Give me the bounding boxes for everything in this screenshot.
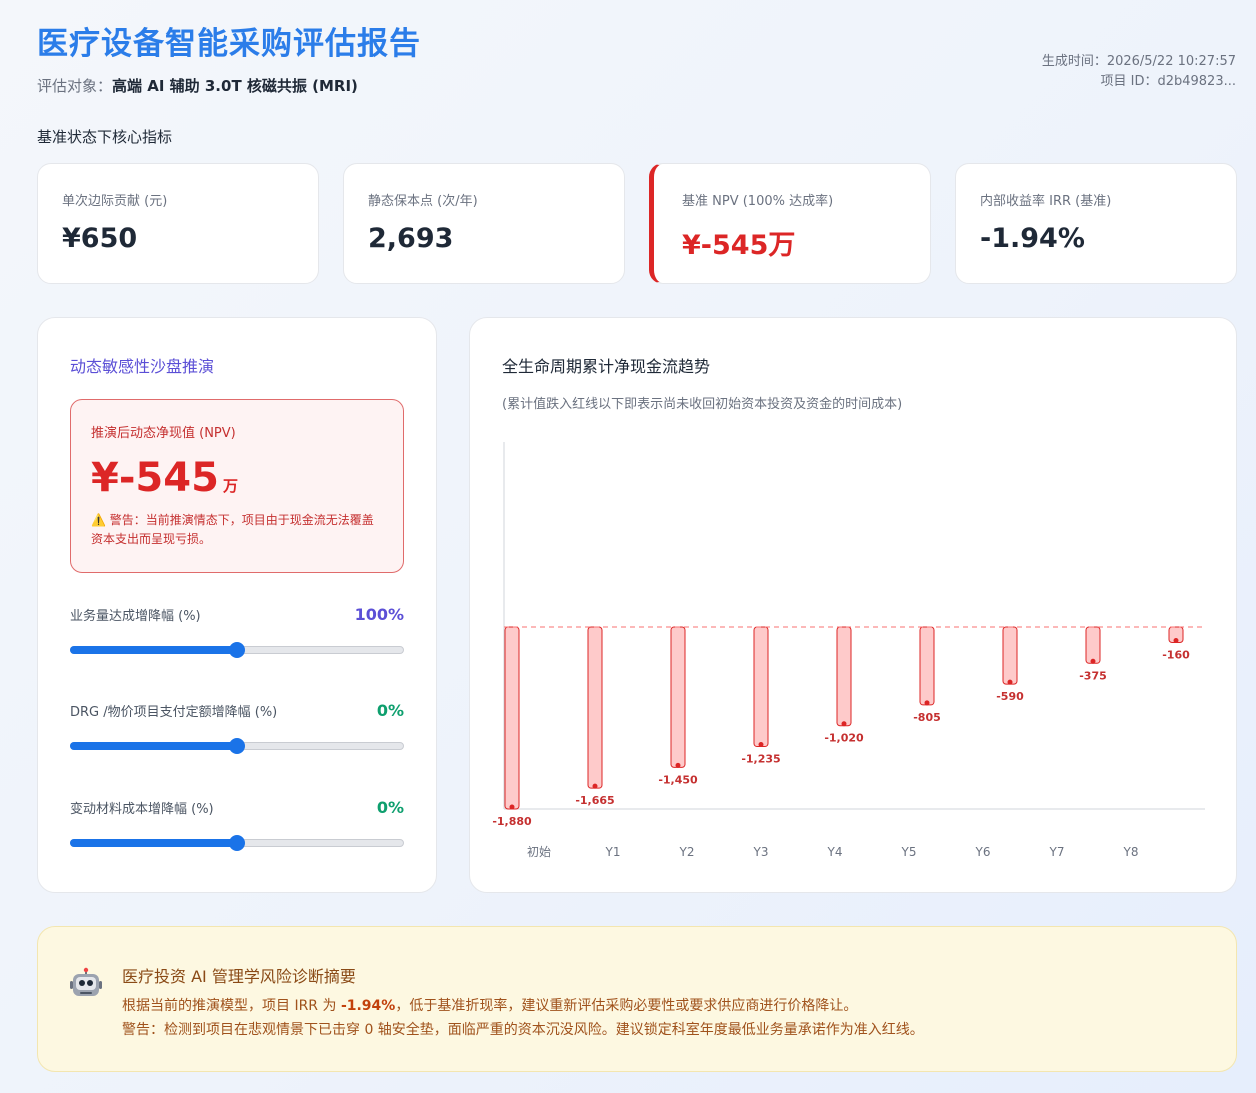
summary-line-irr: 根据当前的推演模型，项目 IRR 为 -1.94%，低于基准折现率，建议重新评估… [122,995,857,1015]
kpi-card-irr: 内部收益率 IRR (基准) -1.94% [955,163,1237,284]
data-label: -1,020 [824,732,864,745]
kpi-value: ¥-545万 [682,230,796,261]
kpi-card-contribution: 单次边际贡献 (元) ¥650 [37,163,319,284]
kpi-card-npv: 基准 NPV (100% 达成率) ¥-545万 [649,163,931,284]
slider-header: DRG /物价项目支付定额增降幅 (%) 0% [70,701,404,720]
slider-header: 变动材料成本增降幅 (%) 0% [70,798,404,817]
x-tick-label: Y5 [901,845,917,859]
bar-Y1 [587,626,603,789]
slider-thumb[interactable] [229,738,245,754]
bar-point-Y1 [592,783,598,789]
slider-fill [70,742,237,750]
x-tick-label: 初始 [527,845,551,859]
x-tick-label: Y7 [1049,845,1065,859]
bar-Y4 [836,626,852,727]
report-header: 医疗设备智能采购评估报告 评估对象：高端 AI 辅助 3.0T 核磁共振 (MR… [37,18,1236,98]
ai-risk-summary: 医疗投资 AI 管理学风险诊断摘要 根据当前的推演模型，项目 IRR 为 -1.… [37,926,1237,1072]
x-tick-label: Y2 [679,845,695,859]
data-label: -160 [1162,648,1190,661]
slider-track[interactable] [70,642,404,658]
summary-title: 医疗投资 AI 管理学风险诊断摘要 [122,967,356,986]
bar-point-初始 [509,804,515,810]
bar-Y5 [919,626,935,706]
kpi-value: -1.94% [980,223,1085,254]
npv-value-row: ¥-545 万 [91,455,403,501]
slider-fill [70,839,237,847]
section-title: 基准状态下核心指标 [37,128,173,146]
x-tick-label: Y8 [1123,845,1139,859]
slider-value: 0% [376,701,404,720]
bar-Y7 [1085,626,1101,664]
bar-Y3 [753,626,769,748]
x-tick-label: Y6 [975,845,991,859]
cashflow-chart-panel: 全生命周期累计净现金流趋势 (累计值跌入红线以下即表示尚未收回初始资本投资及资金… [469,317,1237,893]
kpi-card-breakeven: 静态保本点 (次/年) 2,693 [343,163,625,284]
slider-thumb[interactable] [229,642,245,658]
x-tick-label: Y1 [605,845,621,859]
slider-fill [70,646,237,654]
kpi-label: 单次边际贡献 (元) [62,194,168,209]
sensitivity-sandbox-panel: 动态敏感性沙盘推演 推演后动态净现值 (NPV) ¥-545 万 ⚠️ 警告：当前… [37,317,437,893]
summary-line1-suffix: ，低于基准折现率，建议重新评估采购必要性或要求供应商进行价格降让。 [395,998,858,1014]
x-tick-label: Y3 [753,845,769,859]
kpi-label: 基准 NPV (100% 达成率) [682,194,834,209]
sandbox-title: 动态敏感性沙盘推演 [70,357,215,376]
slider-value: 100% [354,605,404,624]
slider-track[interactable] [70,835,404,851]
npv-unit: 万 [222,477,238,495]
bar-point-Y8 [1173,637,1179,643]
data-label: -1,450 [658,773,698,786]
data-label: -590 [996,690,1024,703]
slider-thumb[interactable] [229,835,245,851]
subject-label: 评估对象： [37,77,113,95]
summary-line-warning: 警告：检测到项目在悲观情景下已击穿 0 轴安全垫，面临严重的资本沉没风险。建议锁… [122,1022,924,1038]
data-label: -805 [913,711,941,724]
kpi-value: 2,693 [368,223,454,254]
generated-time: 生成时间：2026/5/22 10:27:57 [1041,54,1236,69]
kpi-value: ¥650 [62,223,138,254]
slider-label: 业务量达成增降幅 (%) [70,609,201,624]
bar-point-Y3 [758,742,764,748]
data-label: -375 [1079,669,1107,682]
slider-label: 变动材料成本增降幅 (%) [70,802,214,817]
bar-Y2 [670,626,686,768]
data-label: -1,880 [492,815,532,828]
slider-material-cost: 变动材料成本增降幅 (%) 0% [70,798,404,851]
slider-drg-price: DRG /物价项目支付定额增降幅 (%) 0% [70,701,404,754]
report-meta: 生成时间：2026/5/22 10:27:57 项目 ID：d2b49823..… [1042,52,1236,92]
bar-Y6 [1002,626,1018,685]
npv-label: 推演后动态净现值 (NPV) [91,426,236,441]
bar-point-Y7 [1090,658,1096,664]
slider-volume: 业务量达成增降幅 (%) 100% [70,605,404,658]
npv-warning: ⚠️ 警告：当前推演情态下，项目由于现金流无法覆盖资本支出而呈现亏损。 [91,513,374,546]
slider-label: DRG /物价项目支付定额增降幅 (%) [70,705,278,720]
summary-line1-prefix: 根据当前的推演模型，项目 IRR 为 [122,998,341,1014]
robot-icon [70,967,102,996]
x-tick-label: Y4 [827,845,843,859]
project-id: 项目 ID：d2b49823... [1100,74,1236,89]
kpi-label: 静态保本点 (次/年) [368,194,478,209]
summary-irr-highlight: -1.94% [340,998,396,1014]
data-label: -1,665 [575,794,614,807]
slider-value: 0% [376,798,404,817]
bar-point-Y6 [1007,679,1013,685]
bar-point-Y2 [675,762,681,768]
slider-header: 业务量达成增降幅 (%) 100% [70,605,404,624]
cashflow-bar-chart: -1,880 初始 -1,665 Y1 -1,450 Y2 -1,235 Y3 -1,020 Y4… [492,442,1205,859]
bar-初始 [504,626,520,810]
data-label: -1,235 [741,753,780,766]
subject-value: 高端 AI 辅助 3.0T 核磁共振 (MRI) [112,77,358,95]
kpi-label: 内部收益率 IRR (基准) [980,194,1112,209]
npv-value: ¥-545 [91,455,219,501]
bar-point-Y4 [841,721,847,727]
bar-point-Y5 [924,700,930,706]
dynamic-npv-box: 推演后动态净现值 (NPV) ¥-545 万 ⚠️ 警告：当前推演情态下，项目由于… [70,399,404,573]
slider-track[interactable] [70,738,404,754]
